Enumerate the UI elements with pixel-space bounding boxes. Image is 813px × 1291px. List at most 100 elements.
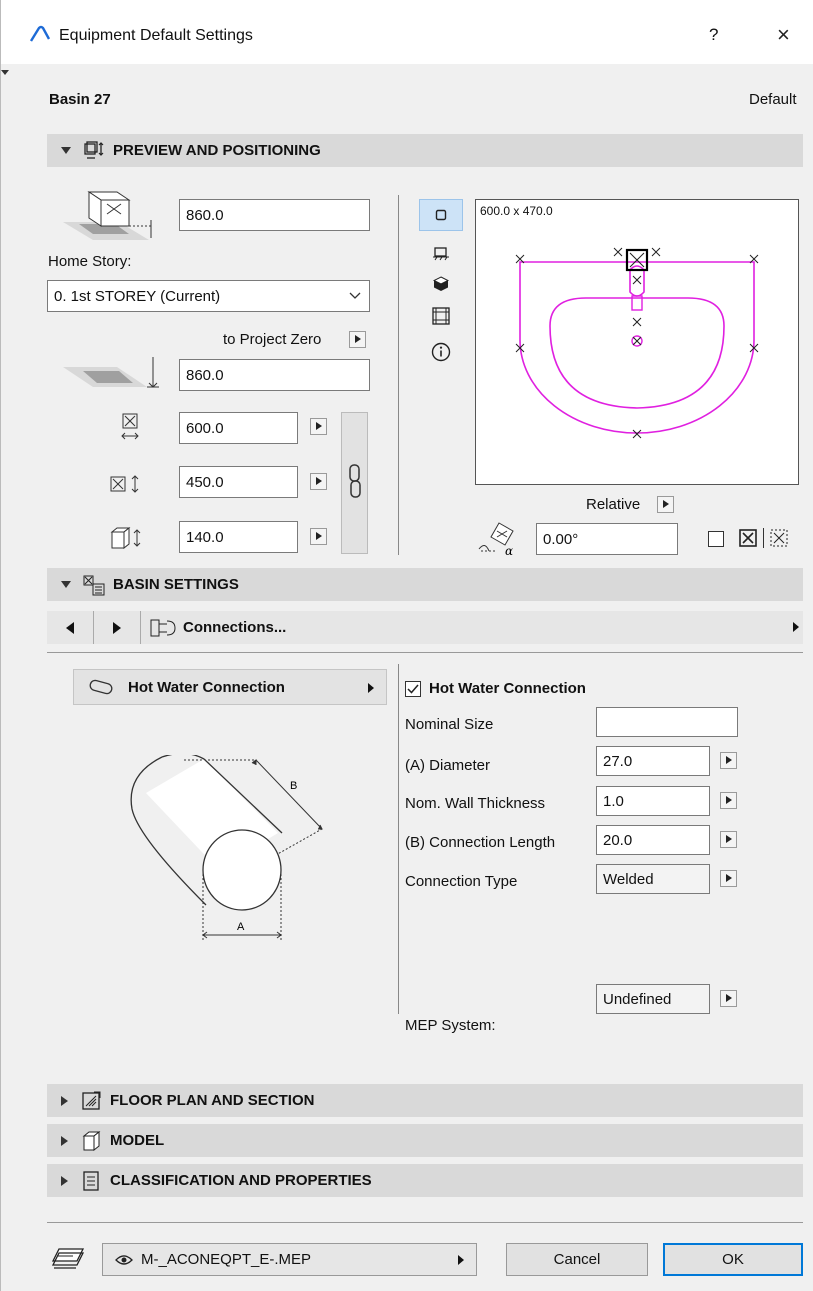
panel-select-dropdown[interactable]: Connections...: [141, 611, 803, 644]
ok-button[interactable]: OK: [663, 1243, 803, 1276]
preview-window[interactable]: 600.0 x 470.0: [475, 199, 799, 485]
cube-icon: [433, 276, 449, 291]
elevation-to-story-input[interactable]: 860.0: [179, 199, 370, 231]
arrow-left-icon: [66, 621, 74, 634]
film-strip-icon: [432, 307, 450, 325]
mep-system-arrow-button[interactable]: [720, 990, 737, 1007]
mep-system-value: Undefined: [603, 990, 672, 1008]
connection-length-arrow-button[interactable]: [720, 831, 737, 848]
floor-plan-icon: [82, 1091, 101, 1110]
elevation-to-story-icon: [63, 191, 152, 240]
panel-navigation-bar: Connections...: [47, 611, 803, 644]
previous-panel-button[interactable]: [47, 611, 94, 644]
nominal-size-input[interactable]: [596, 707, 738, 737]
mirrored-box-icon: [739, 529, 757, 547]
relative-arrow-button[interactable]: [657, 496, 674, 513]
home-story-label: Home Story:: [48, 253, 132, 270]
relative-label: Relative: [586, 496, 641, 513]
info-button[interactable]: [419, 336, 463, 368]
depth-arrow-button[interactable]: [310, 473, 327, 490]
dropdown-arrow-icon: [793, 622, 799, 632]
hot-water-connection-checkbox[interactable]: [405, 681, 421, 697]
side-view-button[interactable]: [419, 238, 463, 270]
floor-plan-view-button[interactable]: [419, 199, 463, 231]
connection-divider: [398, 664, 399, 1014]
collapse-triangle-icon: [61, 147, 71, 154]
section-classification[interactable]: CLASSIFICATION AND PROPERTIES: [47, 1164, 803, 1197]
section-model[interactable]: MODEL: [47, 1124, 803, 1157]
connection-type-select[interactable]: Welded: [596, 864, 710, 894]
preview-positioning-icon: [84, 140, 104, 159]
connection-item-label: Hot Water Connection: [128, 678, 285, 696]
dropdown-arrow-icon: [458, 1255, 464, 1265]
pipe-icon: [89, 679, 113, 695]
section-basin-settings[interactable]: BASIN SETTINGS: [47, 568, 803, 601]
pipe-connection-diagram: B A: [130, 755, 323, 940]
mep-system-select[interactable]: Undefined: [596, 984, 710, 1014]
hot-water-connection-item[interactable]: Hot Water Connection: [73, 669, 387, 705]
section-preview-positioning[interactable]: PREVIEW AND POSITIONING: [47, 134, 803, 167]
diameter-arrow-button[interactable]: [720, 752, 737, 769]
width-icon: [121, 413, 139, 440]
home-story-select[interactable]: 0. 1st STOREY (Current): [47, 280, 370, 312]
elevation-to-zero-icon: [63, 357, 159, 388]
wall-thickness-input[interactable]: 1.0: [596, 786, 710, 816]
wall-thickness-arrow-button[interactable]: [720, 792, 737, 809]
expand-triangle-icon: [61, 1175, 68, 1186]
basin-plan-drawing: [515, 247, 759, 439]
param-label: Nom. Wall Thickness: [405, 795, 546, 812]
width-arrow-button[interactable]: [310, 418, 327, 435]
connection-length-input[interactable]: 20.0: [596, 825, 710, 855]
section-title: FLOOR PLAN AND SECTION: [110, 1092, 315, 1109]
expand-triangle-icon: [61, 1135, 68, 1146]
depth-input[interactable]: 450.0: [179, 466, 298, 498]
width-input[interactable]: 600.0: [179, 412, 298, 444]
collapse-triangle-icon: [61, 581, 71, 588]
height-arrow-button[interactable]: [310, 528, 327, 545]
title-bar: Equipment Default Settings ? ×: [1, 0, 813, 64]
elevation-to-zero-input[interactable]: 860.0: [179, 359, 370, 391]
side-view-icon: [433, 247, 449, 261]
3d-view-button[interactable]: [419, 268, 463, 300]
panel-name: Connections...: [183, 619, 287, 636]
layers-icon: [51, 1248, 85, 1269]
notch-marker: [1, 70, 9, 75]
chain-link-icon: [349, 464, 361, 498]
section-view-button[interactable]: [419, 300, 463, 332]
param-label: Nominal Size: [405, 716, 494, 733]
diameter-input[interactable]: 27.0: [596, 746, 710, 776]
expand-triangle-icon: [61, 1095, 68, 1106]
rotation-angle-input[interactable]: 0.00°: [536, 523, 678, 555]
to-project-zero-label: to Project Zero: [223, 331, 322, 348]
layer-select[interactable]: M-_ACONEQPT_E-.MEP: [102, 1243, 477, 1276]
hot-water-connection-label: Hot Water Connection: [429, 680, 586, 697]
svg-text:α: α: [505, 544, 513, 557]
close-button[interactable]: ×: [777, 22, 790, 48]
section-title: BASIN SETTINGS: [113, 576, 239, 593]
keep-proportions-button[interactable]: [341, 412, 368, 554]
section-floor-plan[interactable]: FLOOR PLAN AND SECTION: [47, 1084, 803, 1117]
section-title: MODEL: [110, 1132, 165, 1149]
section-title: CLASSIFICATION AND PROPERTIES: [110, 1172, 372, 1189]
layer-name: M-_ACONEQPT_E-.MEP: [141, 1251, 312, 1268]
param-label: (B) Connection Length: [405, 834, 556, 851]
model-cube-icon: [82, 1130, 101, 1151]
divider: [47, 652, 803, 653]
diagram-b-label: B: [290, 780, 297, 792]
element-name: Basin 27: [49, 91, 111, 108]
section-title: PREVIEW AND POSITIONING: [113, 142, 321, 159]
diagram-a-label: A: [237, 921, 245, 933]
mirror-checkbox[interactable]: [708, 531, 724, 547]
document-list-icon: [83, 1170, 99, 1191]
depth-icon: [110, 475, 139, 493]
archicad-logo-icon: [29, 25, 51, 42]
height-input[interactable]: 140.0: [179, 521, 298, 553]
default-label: Default: [749, 91, 797, 108]
cancel-button[interactable]: Cancel: [506, 1243, 648, 1276]
connection-type-arrow-button[interactable]: [720, 870, 737, 887]
basin-settings-icon: [83, 575, 105, 595]
next-panel-button[interactable]: [94, 611, 141, 644]
mep-system-label: MEP System:: [405, 1017, 496, 1034]
reference-level-arrow-button[interactable]: [349, 331, 366, 348]
help-button[interactable]: ?: [709, 25, 718, 45]
